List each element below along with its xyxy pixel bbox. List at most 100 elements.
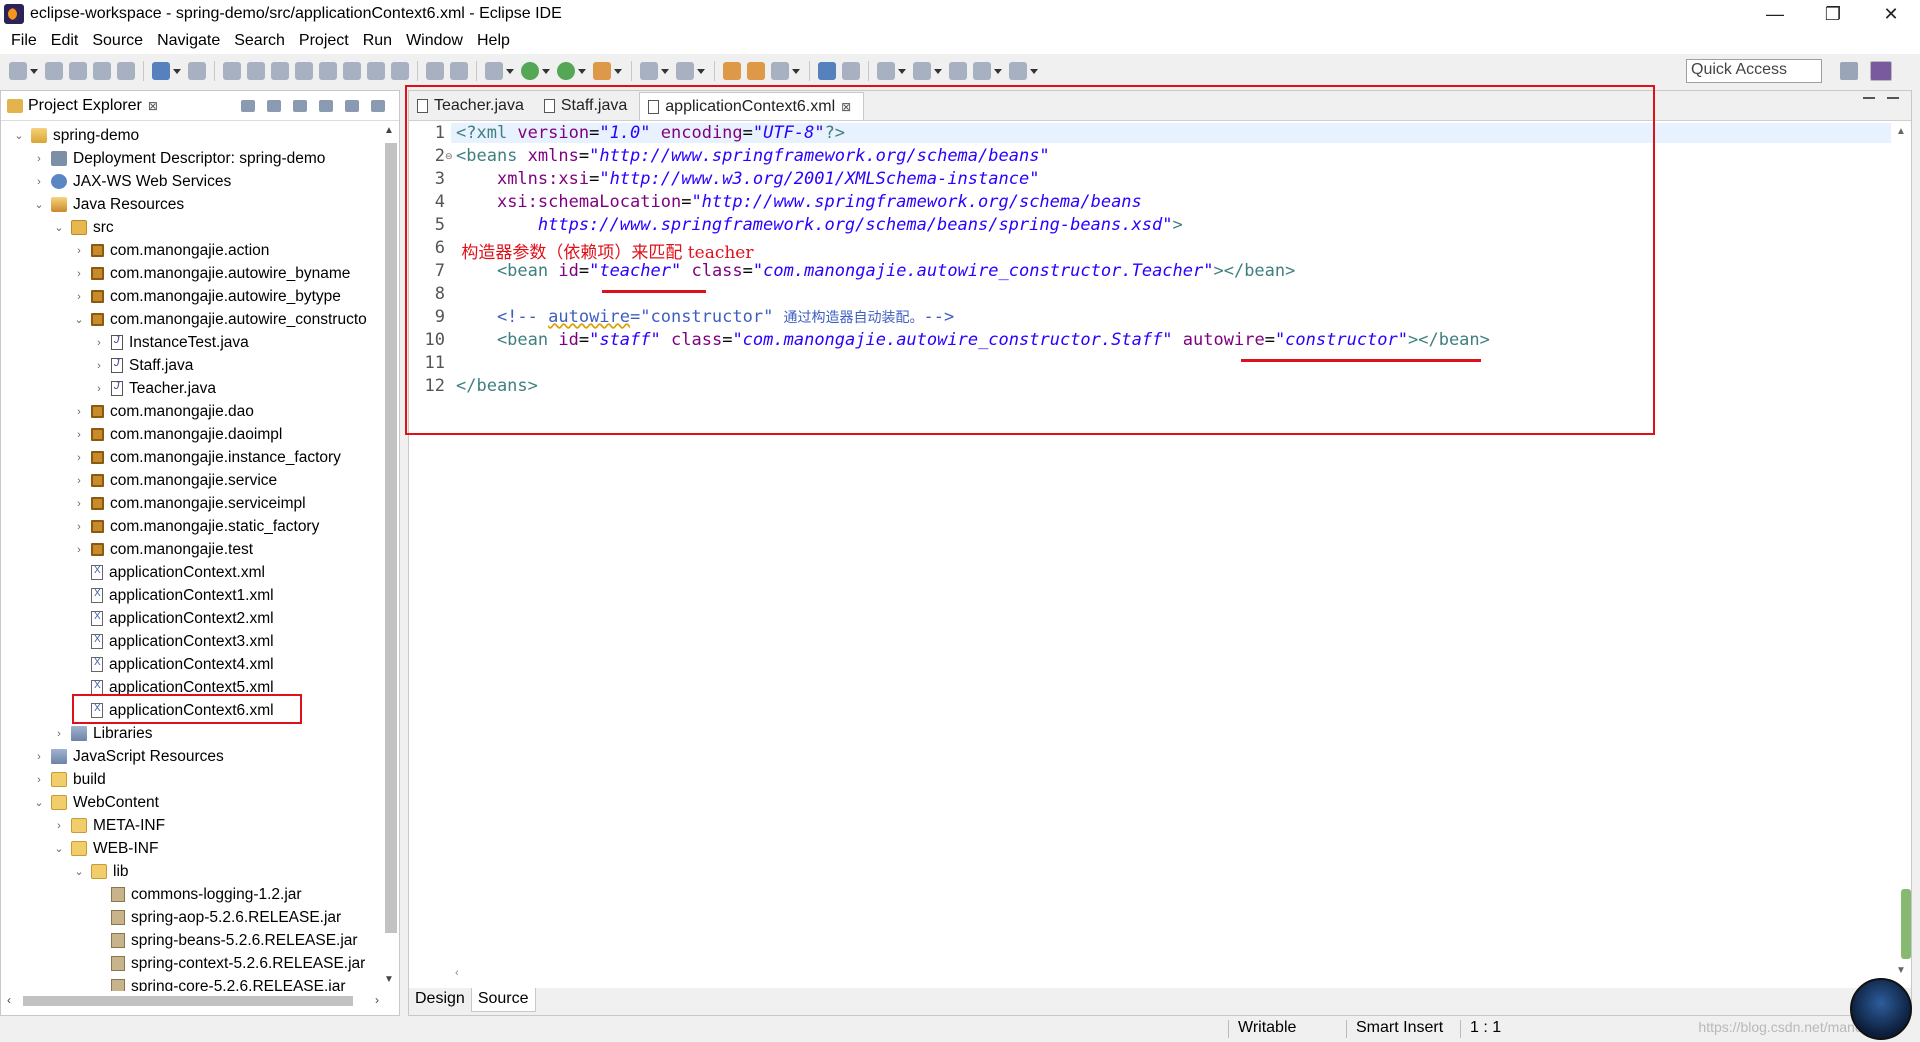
tree-item[interactable]: ⌄ src <box>53 216 113 239</box>
suspend-icon[interactable] <box>271 62 289 80</box>
expanded-chevron-icon[interactable]: ⌄ <box>33 796 45 809</box>
collapse-all-icon[interactable] <box>241 99 255 112</box>
save-all-icon[interactable] <box>69 62 87 80</box>
globe-icon[interactable] <box>818 62 836 80</box>
minimize-view-icon[interactable] <box>345 99 359 112</box>
menu-project[interactable]: Project <box>292 32 356 50</box>
close-window-button[interactable]: ✕ <box>1862 0 1920 28</box>
collapsed-chevron-icon[interactable]: › <box>73 429 85 441</box>
scroll-thumb[interactable] <box>23 996 353 1006</box>
disconnect-icon[interactable] <box>319 62 337 80</box>
tree-item[interactable]: › Libraries <box>53 722 152 745</box>
last-edit-location-icon[interactable] <box>949 62 967 80</box>
skip-breakpoints-icon[interactable] <box>223 62 241 80</box>
menu-window[interactable]: Window <box>399 32 470 50</box>
debug-icon[interactable] <box>485 62 503 80</box>
scroll-down-icon[interactable]: ▼ <box>384 974 394 985</box>
collapsed-chevron-icon[interactable]: › <box>33 153 45 165</box>
tree-item[interactable]: › com.manongajie.instance_factory <box>73 446 341 469</box>
tree-item[interactable]: ⌄ com.manongajie.autowire_constructo <box>73 308 366 331</box>
scroll-left-icon[interactable]: ‹ <box>455 967 459 979</box>
new-java-project-icon[interactable] <box>640 62 658 80</box>
new-class-dropdown-icon[interactable] <box>697 68 705 74</box>
collapsed-chevron-icon[interactable]: › <box>53 728 65 740</box>
run-icon[interactable] <box>521 62 539 80</box>
close-view-icon[interactable]: ⊠ <box>148 99 158 113</box>
tree-item[interactable]: applicationContext2.xml <box>73 607 274 630</box>
coverage-dropdown-icon[interactable] <box>578 68 586 74</box>
expanded-chevron-icon[interactable]: ⌄ <box>73 865 85 878</box>
view-menu-icon[interactable] <box>319 99 333 112</box>
tree-item[interactable]: ⌄ spring-demo <box>13 124 139 147</box>
external-tools-dropdown-icon[interactable] <box>614 68 622 74</box>
use-step-filters-icon[interactable] <box>426 62 444 80</box>
server-icon[interactable] <box>152 62 170 80</box>
tree-item[interactable]: › META-INF <box>53 814 165 837</box>
tree-item[interactable]: › com.manongajie.service <box>73 469 277 492</box>
tree-item[interactable]: › build <box>33 768 106 791</box>
tree-item[interactable]: › InstanceTest.java <box>93 331 249 354</box>
restore-button[interactable]: ❐ <box>1804 0 1862 28</box>
menu-search[interactable]: Search <box>227 32 292 50</box>
save-icon[interactable] <box>45 62 63 80</box>
tree-item[interactable]: applicationContext3.xml <box>73 630 274 653</box>
tree-item[interactable]: spring-beans-5.2.6.RELEASE.jar <box>93 929 358 952</box>
collapsed-chevron-icon[interactable]: › <box>33 751 45 763</box>
tree-item[interactable]: › com.manongajie.serviceimpl <box>73 492 305 515</box>
next-annotation-icon[interactable] <box>877 62 895 80</box>
pin-editor-icon[interactable] <box>842 62 860 80</box>
tree-item[interactable]: commons-logging-1.2.jar <box>93 883 302 906</box>
menu-edit[interactable]: Edit <box>44 32 86 50</box>
tree-item[interactable]: › com.manongajie.action <box>73 239 269 262</box>
scroll-left-icon[interactable]: ‹ <box>7 993 11 1007</box>
external-tools-icon[interactable] <box>593 62 611 80</box>
expanded-chevron-icon[interactable]: ⌄ <box>13 129 25 142</box>
back-dropdown-icon[interactable] <box>994 68 1002 74</box>
tree-item[interactable]: applicationContext1.xml <box>73 584 274 607</box>
tree-item[interactable]: applicationContext.xml <box>73 561 265 584</box>
tree-item[interactable]: spring-core-5.2.6.RELEASE.jar <box>93 975 346 991</box>
tree-item[interactable]: › com.manongajie.autowire_byname <box>73 262 350 285</box>
tab-source[interactable]: Source <box>470 988 536 1012</box>
search-dropdown-icon[interactable] <box>792 68 800 74</box>
scroll-right-icon[interactable]: › <box>375 993 379 1007</box>
expanded-chevron-icon[interactable]: ⌄ <box>33 198 45 211</box>
terminate-icon[interactable] <box>295 62 313 80</box>
collapsed-chevron-icon[interactable]: › <box>33 774 45 786</box>
server-dropdown-icon[interactable] <box>173 68 181 74</box>
filter-icon[interactable] <box>293 99 307 112</box>
tab-design[interactable]: Design <box>409 988 471 1012</box>
console-icon[interactable] <box>188 62 206 80</box>
collapsed-chevron-icon[interactable]: › <box>93 360 105 372</box>
collapsed-chevron-icon[interactable]: › <box>73 498 85 510</box>
tree-item[interactable]: › com.manongajie.static_factory <box>73 515 319 538</box>
tree-item[interactable]: › JAX-WS Web Services <box>33 170 231 193</box>
resume-icon[interactable] <box>247 62 265 80</box>
print-icon[interactable] <box>93 62 111 80</box>
tree-item[interactable]: › com.manongajie.daoimpl <box>73 423 282 446</box>
new-java-project-dropdown-icon[interactable] <box>661 68 669 74</box>
collapsed-chevron-icon[interactable]: › <box>73 406 85 418</box>
scroll-up-icon[interactable]: ▲ <box>384 125 394 136</box>
tree-item[interactable]: › Deployment Descriptor: spring-demo <box>33 147 325 170</box>
new-icon[interactable] <box>9 62 27 80</box>
tree-item[interactable]: › com.manongajie.dao <box>73 400 254 423</box>
tree-item[interactable]: › com.manongajie.autowire_bytype <box>73 285 341 308</box>
link-with-editor-icon[interactable] <box>267 99 281 112</box>
new-class-icon[interactable] <box>676 62 694 80</box>
maximize-view-icon[interactable] <box>371 99 385 112</box>
run-dropdown-icon[interactable] <box>542 68 550 74</box>
collapsed-chevron-icon[interactable]: › <box>73 544 85 556</box>
terminal-icon[interactable] <box>117 62 135 80</box>
editor-vertical-scrollbar[interactable]: ▲ ▼ <box>1891 122 1911 980</box>
menu-file[interactable]: File <box>4 32 44 50</box>
overview-ruler-marker[interactable] <box>1901 889 1911 959</box>
menu-help[interactable]: Help <box>470 32 517 50</box>
collapsed-chevron-icon[interactable]: › <box>93 383 105 395</box>
menu-run[interactable]: Run <box>356 32 399 50</box>
debug-dropdown-icon[interactable] <box>506 68 514 74</box>
explorer-vertical-scrollbar[interactable]: ▲ ▼ <box>381 121 399 991</box>
collapsed-chevron-icon[interactable]: › <box>73 291 85 303</box>
scroll-up-icon[interactable]: ▲ <box>1896 126 1906 137</box>
coverage-icon[interactable] <box>557 62 575 80</box>
